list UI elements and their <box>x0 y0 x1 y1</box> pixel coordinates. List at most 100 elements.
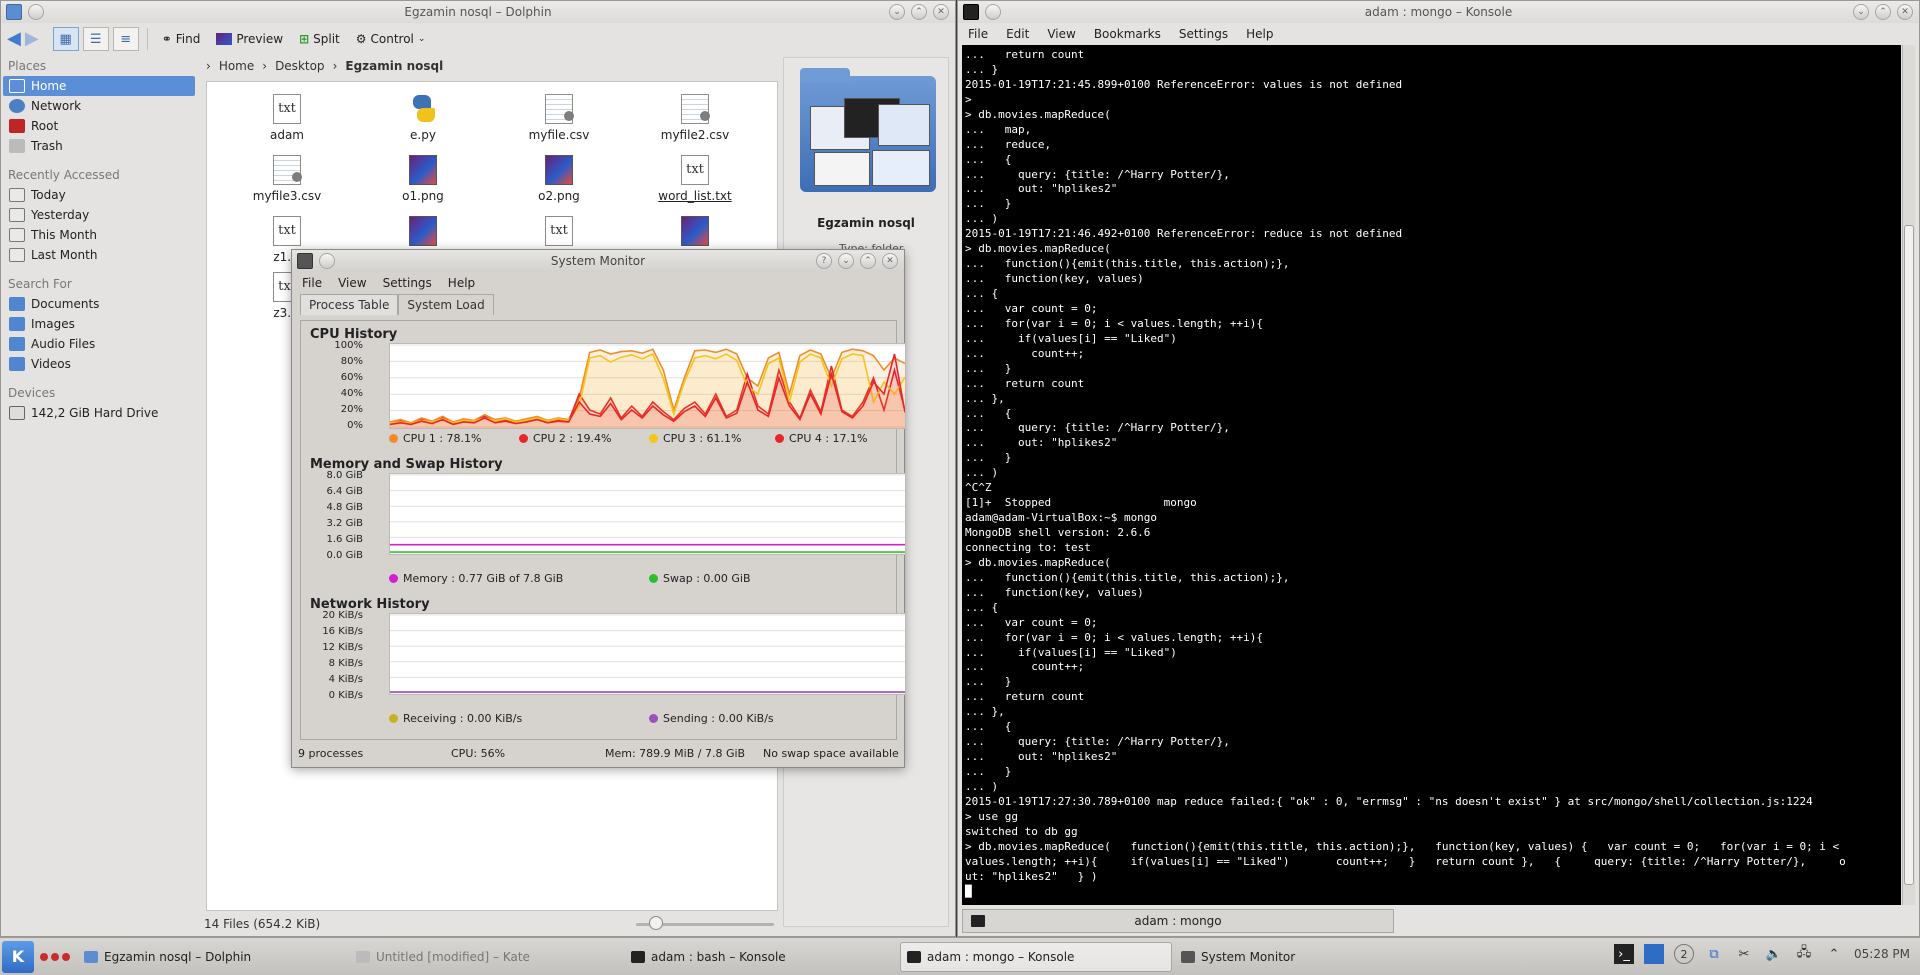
breadcrumb-desktop[interactable]: Desktop <box>275 59 325 73</box>
sysmon-titlebar[interactable]: System Monitor ? ⌄ ⌃ ✕ <box>292 250 904 272</box>
zoom-slider-handle[interactable] <box>649 916 663 930</box>
breadcrumb-current[interactable]: Egzamin nosql <box>345 59 443 73</box>
menu-help[interactable]: Help <box>1246 27 1273 41</box>
dolphin-app-icon[interactable] <box>6 4 22 20</box>
network-tray-icon[interactable]: 🖧 <box>1794 944 1814 964</box>
kde-menu-button[interactable]: K <box>2 940 34 973</box>
forward-arrow-icon[interactable]: ▶ <box>25 30 39 48</box>
kate-task-icon <box>356 951 370 963</box>
file-item[interactable]: o1.png <box>373 155 473 203</box>
menu-settings[interactable]: Settings <box>1179 27 1228 41</box>
konsole-session-tab[interactable]: adam : mongo <box>962 909 1394 933</box>
maximize-button[interactable]: ⌃ <box>1875 4 1891 20</box>
konsole-titlebar[interactable]: adam : mongo – Konsole ⌄ ⌃ ✕ <box>958 1 1919 23</box>
pin-icon[interactable] <box>985 4 1001 20</box>
menu-edit[interactable]: Edit <box>1006 27 1029 41</box>
tab-process-table[interactable]: Process Table <box>300 294 399 315</box>
breadcrumb-home[interactable]: Home <box>219 59 254 73</box>
menu-file[interactable]: File <box>968 27 988 41</box>
terminal-scrollbar[interactable] <box>1902 45 1915 905</box>
terminal-line: ... out: "hplikes2" <box>965 436 1118 450</box>
file-item[interactable]: o2.png <box>509 155 609 203</box>
clock[interactable]: 05:28 PM <box>1854 947 1910 961</box>
minimize-button[interactable]: ⌄ <box>838 253 854 269</box>
file-item[interactable]: txt word_list.txt <box>645 155 745 203</box>
search-videos[interactable]: Videos <box>3 354 199 374</box>
pin-icon[interactable] <box>28 4 44 20</box>
search-documents[interactable]: Documents <box>3 294 199 314</box>
volume-icon[interactable]: 🔈 <box>1764 944 1784 964</box>
menu-view[interactable]: View <box>1047 27 1075 41</box>
place-trash[interactable]: Trash <box>3 136 199 156</box>
place-home[interactable]: Home <box>3 76 195 96</box>
dolphin-statusbar: 14 Files (654.2 KiB) <box>201 913 951 935</box>
info-folder-name: Egzamin nosql <box>817 216 915 230</box>
recent-yesterday[interactable]: Yesterday <box>3 205 199 225</box>
split-button[interactable]: ⊞ Split <box>293 29 346 49</box>
task-system-monitor[interactable]: System Monitor <box>1175 942 1445 972</box>
tab-system-load[interactable]: System Load <box>398 294 494 315</box>
icons-view-button[interactable]: ▦ <box>52 27 79 51</box>
find-button[interactable]: ⚭ Find <box>156 29 207 49</box>
menu-settings[interactable]: Settings <box>383 276 432 290</box>
file-item[interactable] <box>645 216 745 250</box>
minimize-button[interactable]: ⌄ <box>889 4 905 20</box>
screen-tray-icon[interactable] <box>1644 944 1664 964</box>
pager-dot[interactable] <box>62 952 70 961</box>
terminal-output[interactable]: ... return count... } 2015-01-19T17:21:45… <box>962 45 1901 905</box>
dolphin-titlebar[interactable]: Egzamin nosql – Dolphin ⌄ ⌃ ✕ <box>1 1 955 23</box>
file-item[interactable] <box>373 216 473 250</box>
maximize-button[interactable]: ⌃ <box>860 253 876 269</box>
sysmon-app-icon[interactable] <box>297 253 313 269</box>
minimize-button[interactable]: ⌄ <box>1853 4 1869 20</box>
menu-help[interactable]: Help <box>448 276 475 290</box>
details-view-button[interactable]: ≡ <box>112 27 139 51</box>
terminal-line: ... } <box>965 675 1012 689</box>
pin-icon[interactable] <box>319 253 335 269</box>
menu-file[interactable]: File <box>302 276 322 290</box>
desktop-pager[interactable] <box>40 952 70 961</box>
konsole-app-icon[interactable] <box>963 4 979 20</box>
file-item[interactable]: txt <box>509 216 609 250</box>
terminal-line: switched to db gg <box>965 824 1078 838</box>
place-network[interactable]: Network <box>3 96 199 116</box>
back-arrow-icon[interactable]: ◀ <box>7 30 21 48</box>
terminal-tray-icon[interactable]: ›_ <box>1614 944 1634 964</box>
recent-today[interactable]: Today <box>3 185 199 205</box>
place-root[interactable]: Root <box>3 116 199 136</box>
close-button[interactable]: ✕ <box>1897 4 1913 20</box>
close-button[interactable]: ✕ <box>933 4 949 20</box>
compact-view-button[interactable]: ☰ <box>82 27 109 51</box>
konsole-task-icon <box>631 951 645 963</box>
file-item[interactable]: myfile2.csv <box>645 94 745 142</box>
control-button[interactable]: ⚙ Control ⌄ <box>350 29 432 49</box>
preview-button[interactable]: Preview <box>210 29 289 49</box>
file-item[interactable]: txt adam <box>237 94 337 142</box>
recent-this-month[interactable]: This Month <box>3 225 199 245</box>
file-item[interactable]: myfile.csv <box>509 94 609 142</box>
task-konsole-bash[interactable]: adam : bash – Konsole <box>625 942 895 972</box>
clipboard-tray-icon[interactable]: ⧉ <box>1704 944 1724 964</box>
help-button[interactable]: ? <box>816 253 832 269</box>
task-konsole-mongo[interactable]: adam : mongo – Konsole <box>900 942 1172 972</box>
pager-dot[interactable] <box>40 952 48 961</box>
search-audio-files[interactable]: Audio Files <box>3 334 199 354</box>
notifications-tray-icon[interactable]: 2 <box>1674 944 1694 964</box>
menu-bookmarks[interactable]: Bookmarks <box>1094 27 1161 41</box>
task-dolphin[interactable]: Egzamin nosql – Dolphin <box>78 942 338 972</box>
pager-dot[interactable] <box>51 952 59 961</box>
scrollbar-thumb[interactable] <box>1904 225 1914 885</box>
tools-tray-icon[interactable]: ✂ <box>1734 944 1754 964</box>
file-item[interactable]: myfile3.csv <box>237 155 337 203</box>
maximize-button[interactable]: ⌃ <box>911 4 927 20</box>
mem-ytick: 1.6 GiB <box>326 534 363 545</box>
device-hard-drive[interactable]: 142,2 GiB Hard Drive <box>3 403 199 423</box>
search-images[interactable]: Images <box>3 314 199 334</box>
close-button[interactable]: ✕ <box>882 253 898 269</box>
menu-view[interactable]: View <box>338 276 366 290</box>
csv-file-icon <box>273 155 302 185</box>
chevron-up-icon[interactable]: ⌃ <box>1824 944 1844 964</box>
recent-last-month[interactable]: Last Month <box>3 245 199 265</box>
task-kate[interactable]: Untitled [modified] – Kate <box>350 942 620 972</box>
file-item[interactable]: e.py <box>373 94 473 142</box>
